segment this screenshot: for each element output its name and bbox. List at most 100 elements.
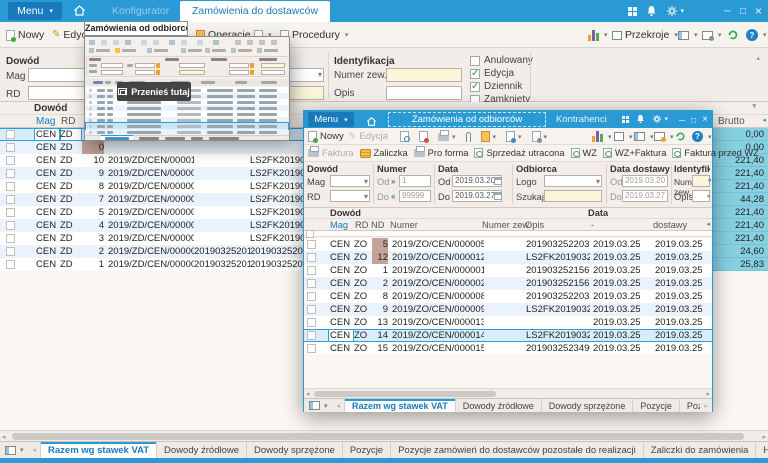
dock-panel-button[interactable]: ▾ — [634, 128, 654, 145]
table-row[interactable]: CENZO82019/ZO/CEN/0000082019032522032120… — [304, 290, 712, 303]
doc-button-6[interactable]: Faktura przed WZ — [672, 148, 758, 158]
tab-kontrahenci[interactable]: Kontrahenci — [556, 111, 607, 128]
row-checkbox[interactable] — [307, 305, 316, 314]
doc-button-4[interactable]: WZ — [571, 148, 597, 158]
child-menu-button[interactable]: Menu▾ — [308, 112, 354, 127]
col-nd[interactable]: ND — [371, 219, 384, 231]
child-bottom-tab-3[interactable]: Pozycje — [633, 399, 680, 412]
row-checkbox[interactable] — [6, 195, 15, 204]
row-checkbox[interactable] — [307, 266, 316, 275]
col-numer[interactable]: Numer — [390, 219, 418, 231]
tab-zamowienia-od-odbiorcow[interactable]: Zamówienia od odbiorców — [388, 112, 546, 127]
col-rd[interactable]: RD — [61, 115, 75, 128]
layouts-button[interactable]: Przekroje▾ — [612, 22, 678, 48]
print-button[interactable]: ▾ — [438, 133, 456, 141]
child-bottom-tab-1[interactable]: Dowody źródłowe — [456, 399, 542, 412]
row-checkbox[interactable] — [6, 143, 15, 152]
main-hscrollbar-thumb[interactable] — [12, 433, 744, 440]
main-bottom-tab-1[interactable]: Dowody źródłowe — [157, 442, 247, 458]
gear-icon[interactable]: ▾ — [652, 114, 668, 124]
note-doc-button[interactable]: ▾ — [481, 131, 497, 142]
delete-doc-button[interactable] — [419, 131, 428, 142]
col-mag[interactable]: Mag — [330, 219, 348, 231]
main-bottom-tab-3[interactable]: Pozycje — [343, 442, 391, 458]
numer-do-input[interactable]: 99999 — [399, 190, 431, 202]
doc-button-3[interactable]: Sprzedaż utracona — [474, 148, 564, 158]
child-hscrollbar[interactable]: ◂ ▸ — [304, 388, 712, 398]
col-dostawy[interactable]: dostawy — [653, 219, 687, 231]
row-checkbox[interactable] — [306, 230, 314, 238]
main-bottom-tab-4[interactable]: Pozycje zamówień do dostawców pozostałe … — [391, 442, 644, 458]
table-row[interactable]: CENZO122019/ZO/CEN/000012LS2FK2019032522… — [304, 251, 712, 264]
collapse-column-icon[interactable]: ◂ — [706, 220, 710, 228]
maximize-button[interactable]: □ — [691, 115, 696, 125]
row-checkbox[interactable] — [6, 169, 15, 178]
gear-icon[interactable]: ▾ — [666, 5, 684, 17]
collapse-icon[interactable]: ◂ — [707, 176, 711, 184]
refresh-button[interactable] — [727, 22, 739, 48]
tabs-scroll-left[interactable]: ◂ — [333, 399, 345, 412]
filter-row-icon[interactable]: ▾ — [752, 102, 756, 110]
attachment-button[interactable] — [466, 132, 471, 142]
edit-button[interactable]: ✎Edycja — [348, 128, 388, 145]
window-alert-button[interactable]: ▾ — [654, 128, 674, 145]
calendar-icon[interactable] — [494, 177, 502, 185]
col-data[interactable]: - — [591, 219, 594, 231]
child-bottom-tab-0[interactable]: Razem wg stawek VAT — [344, 399, 456, 412]
numer-od-input[interactable]: 1 — [399, 175, 431, 187]
table-row[interactable]: CENZO52019/ZO/CEN/0000052019032522032120… — [304, 238, 712, 251]
table-row[interactable]: CENZO142019/ZO/CEN/000014LS2FK2019032522… — [304, 329, 712, 342]
dock-tabs-button[interactable]: ▾ — [304, 399, 333, 412]
dostawa-od-input[interactable]: 2019.03.20 — [622, 175, 668, 187]
close-button[interactable]: × — [755, 4, 762, 18]
doc-button-5[interactable]: WZ+Faktura — [603, 148, 666, 158]
col-mag[interactable]: Mag — [36, 115, 55, 128]
row-checkbox[interactable] — [6, 156, 15, 165]
collapse-filters-icon[interactable]: ▴ — [756, 54, 760, 62]
table-row[interactable]: CENZO22019/ZO/CEN/0000022019032521565020… — [304, 277, 712, 290]
numer-zew-input[interactable] — [386, 68, 462, 82]
dostawa-do-input[interactable]: 2019.03.27 — [622, 190, 668, 202]
home-icon[interactable] — [73, 4, 86, 22]
col-numer-zew[interactable]: Numer zew. — [482, 219, 531, 231]
row-checkbox[interactable] — [6, 182, 15, 191]
window-settings-button[interactable]: ▾ — [702, 22, 722, 48]
new-button[interactable]: Nowy — [308, 128, 344, 145]
main-bottom-tab-0[interactable]: Razem wg stawek VAT — [40, 442, 157, 458]
rd-select[interactable] — [330, 190, 370, 202]
tab-zamowienia-do-dostawcow[interactable]: Zamówienia do dostawców — [180, 1, 330, 22]
mag-select[interactable] — [330, 175, 370, 187]
table-row[interactable]: CENZO132019/ZO/CEN/0000132019.03.252019.… — [304, 316, 712, 329]
chart-button[interactable]: ▾ — [592, 128, 612, 145]
main-bottom-tab-5[interactable]: Zaliczki do zamówienia — [644, 442, 757, 458]
collapse-column-icon[interactable]: ◂ — [762, 116, 766, 124]
help-button[interactable]: ▾ — [746, 22, 767, 48]
row-checkbox[interactable] — [307, 240, 316, 249]
main-bottom-tab-2[interactable]: Dowody sprzężone — [247, 442, 343, 458]
doc-button-1[interactable]: Zaliczka — [360, 148, 408, 158]
bell-icon[interactable] — [646, 5, 657, 17]
checkbox-icon[interactable] — [470, 56, 480, 66]
doc-button-2[interactable]: Pro forma — [414, 148, 469, 158]
row-checkbox[interactable] — [307, 318, 316, 327]
drag-preview-tab[interactable]: Zamówienia od odbiorców — [84, 21, 188, 36]
apps-grid-icon[interactable] — [622, 116, 629, 123]
child-bottom-tab-4[interactable]: Pozycje zamówień od odbiorc — [680, 399, 701, 412]
close-button[interactable]: × — [702, 114, 708, 125]
main-bottom-tab-6[interactable]: Historia zmian linijek — [756, 442, 768, 458]
layouts-button[interactable]: ▾ — [614, 128, 633, 145]
find-doc-button[interactable] — [400, 131, 409, 142]
row-checkbox[interactable] — [6, 208, 15, 217]
child-hscrollbar-thumb[interactable] — [314, 391, 496, 397]
procedures-button[interactable]: Procedury▾ — [280, 22, 348, 48]
row-checkbox[interactable] — [307, 344, 316, 353]
opis-input[interactable] — [386, 86, 462, 100]
chart-button[interactable]: ▾ — [588, 22, 608, 48]
maximize-button[interactable]: □ — [740, 6, 746, 17]
expand-icon[interactable]: ▸ — [707, 192, 711, 200]
new-row-strip[interactable] — [304, 231, 712, 237]
table-row[interactable]: CENZO12019/ZO/CEN/0000012019032521565020… — [304, 264, 712, 277]
tab-konfigurator[interactable]: Konfigurator — [112, 0, 169, 22]
szukaj-input[interactable] — [544, 190, 602, 202]
bell-icon[interactable] — [636, 114, 645, 124]
